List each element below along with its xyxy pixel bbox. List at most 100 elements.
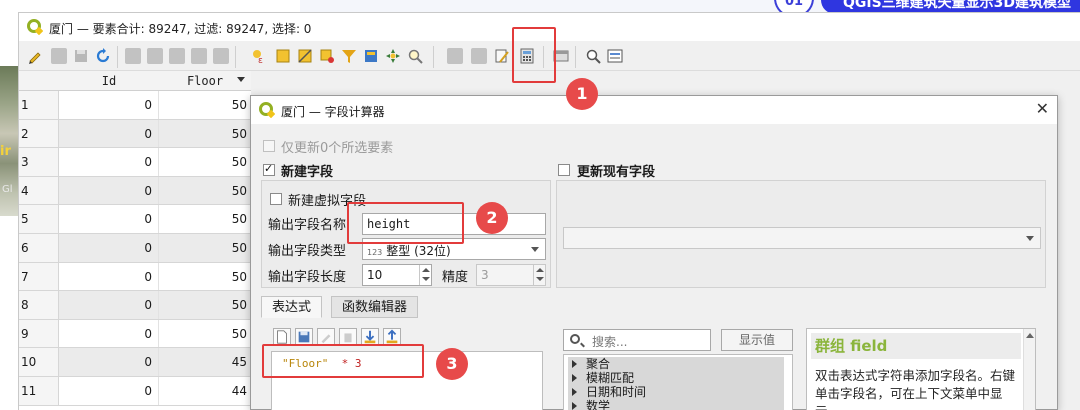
cell-id[interactable]: 0: [59, 176, 159, 205]
update-existing-field-checkbox[interactable]: [558, 164, 570, 176]
function-list[interactable]: 聚合 模糊匹配 日期和时间 数学: [563, 354, 793, 410]
cell-floor[interactable]: 50: [159, 320, 251, 348]
toggle-editing-icon[interactable]: [27, 48, 43, 64]
row-number[interactable]: 4: [19, 176, 59, 205]
row-number[interactable]: 6: [19, 234, 59, 262]
row-number[interactable]: 9: [19, 319, 59, 348]
add-feature-icon[interactable]: [125, 48, 141, 64]
zoom-to-selection-icon[interactable]: [407, 48, 423, 64]
row-number[interactable]: 7: [19, 262, 59, 291]
search-placeholder: 搜索...: [592, 335, 628, 349]
select-all-icon[interactable]: [275, 48, 291, 64]
form-view-icon[interactable]: [607, 48, 623, 64]
table-row[interactable]: 7 0 50: [19, 262, 251, 292]
function-search-input[interactable]: 搜索...: [563, 329, 711, 351]
reload-icon[interactable]: [95, 48, 111, 64]
list-item-aggregate[interactable]: 聚合: [568, 357, 784, 371]
invert-selection-icon[interactable]: [297, 48, 313, 64]
new-field-icon[interactable]: [447, 48, 463, 64]
attribute-table[interactable]: Id Floor 1 0 50 2 0 50 3 0 50 4 0 50 5 0 50 6 0 50 7 0 50 8 0 5…: [19, 71, 251, 410]
tab-function-editor[interactable]: 函数编辑器: [331, 296, 419, 318]
row-number[interactable]: 10: [19, 348, 59, 376]
help-title: 群组 field: [811, 333, 1021, 359]
existing-field-select[interactable]: [563, 227, 1041, 249]
cell-floor[interactable]: 44: [159, 377, 251, 405]
precision-label: 精度: [442, 270, 469, 285]
annotation-box-field-name: [347, 202, 464, 244]
list-item-date-time[interactable]: 日期和时间: [568, 385, 784, 399]
output-field-length-label: 输出字段长度: [268, 270, 347, 285]
cell-id[interactable]: 0: [59, 348, 159, 376]
cell-id[interactable]: 0: [59, 91, 159, 119]
table-row[interactable]: 3 0 50: [19, 148, 251, 177]
create-new-field-checkbox[interactable]: [263, 162, 275, 176]
show-values-button[interactable]: 显示值: [721, 329, 793, 351]
save-edits-icon[interactable]: [73, 48, 89, 64]
table-row[interactable]: 2 0 50: [19, 119, 251, 149]
cell-id[interactable]: 0: [59, 205, 159, 233]
cell-id[interactable]: 0: [59, 291, 159, 319]
row-number[interactable]: 5: [19, 205, 59, 233]
table-row[interactable]: 6 0 50: [19, 234, 251, 263]
pan-to-selection-icon[interactable]: [385, 48, 401, 64]
delete-field-icon[interactable]: [471, 48, 487, 64]
row-number[interactable]: 2: [19, 119, 59, 148]
cell-id[interactable]: 0: [59, 119, 159, 148]
list-item-label: 聚合: [586, 357, 611, 371]
list-item-label: 模糊匹配: [586, 371, 635, 385]
cell-id[interactable]: 0: [59, 234, 159, 262]
cell-floor[interactable]: 50: [159, 263, 251, 291]
delete-feature-icon[interactable]: [147, 48, 163, 64]
tab-expression[interactable]: 表达式: [261, 296, 323, 318]
deselect-all-icon[interactable]: [319, 48, 335, 64]
row-number[interactable]: 3: [19, 148, 59, 176]
cell-id[interactable]: 0: [59, 148, 159, 176]
cell-floor[interactable]: 50: [159, 119, 251, 148]
spin-arrows-icon[interactable]: [419, 265, 431, 285]
cell-id[interactable]: 0: [59, 319, 159, 348]
table-row[interactable]: 10 0 45: [19, 348, 251, 377]
cell-floor[interactable]: 50: [159, 148, 251, 176]
row-number[interactable]: 11: [19, 377, 59, 405]
output-field-length-spinbox[interactable]: 10: [362, 264, 432, 286]
create-virtual-field-checkbox[interactable]: [270, 193, 282, 205]
cell-floor[interactable]: 45: [159, 348, 251, 376]
multi-edit-icon[interactable]: [51, 48, 67, 64]
chevron-right-icon: [572, 402, 577, 410]
row-number[interactable]: 8: [19, 291, 59, 319]
cell-floor[interactable]: 50: [159, 176, 251, 205]
chevron-right-icon: [572, 374, 577, 382]
list-item-fuzzy-matching[interactable]: 模糊匹配: [568, 371, 784, 385]
screen: 01 QGIS三维建筑矢量显示3D建筑模型 ir Gl 厦门 — 要素合计: 8…: [0, 0, 1080, 410]
cell-floor[interactable]: 50: [159, 234, 251, 262]
map-label: ir: [0, 144, 11, 159]
cell-id[interactable]: 0: [59, 262, 159, 291]
table-row[interactable]: 5 0 50: [19, 205, 251, 234]
precision-spinbox[interactable]: 3: [476, 264, 546, 286]
close-icon[interactable]: ✕: [1036, 99, 1049, 118]
column-header-id[interactable]: Id: [59, 71, 159, 91]
table-row[interactable]: 4 0 50: [19, 176, 251, 206]
list-item-math[interactable]: 数学: [568, 399, 784, 410]
cut-icon[interactable]: [169, 48, 185, 64]
table-row[interactable]: 8 0 50: [19, 291, 251, 320]
paste-icon[interactable]: [213, 48, 229, 64]
cell-floor[interactable]: 50: [159, 91, 251, 119]
cell-floor[interactable]: 50: [159, 205, 251, 233]
spin-arrows-icon[interactable]: [533, 265, 545, 285]
table-row[interactable]: 11 0 44: [19, 377, 251, 406]
copy-icon[interactable]: [191, 48, 207, 64]
only-update-selected-checkbox[interactable]: [263, 140, 275, 152]
conditional-formatting-icon[interactable]: [495, 48, 511, 64]
actions-icon[interactable]: [585, 48, 601, 64]
help-scrollbar[interactable]: [1023, 329, 1035, 410]
cell-id[interactable]: 0: [59, 377, 159, 405]
svg-text:ε: ε: [258, 56, 263, 64]
move-selection-to-top-icon[interactable]: [363, 48, 379, 64]
row-number[interactable]: 1: [19, 91, 59, 119]
table-row[interactable]: 9 0 50: [19, 319, 251, 349]
table-row[interactable]: 1 0 50: [19, 91, 251, 120]
filter-icon[interactable]: [341, 48, 357, 64]
cell-floor[interactable]: 50: [159, 291, 251, 319]
select-by-expression-icon[interactable]: ε: [251, 48, 267, 64]
